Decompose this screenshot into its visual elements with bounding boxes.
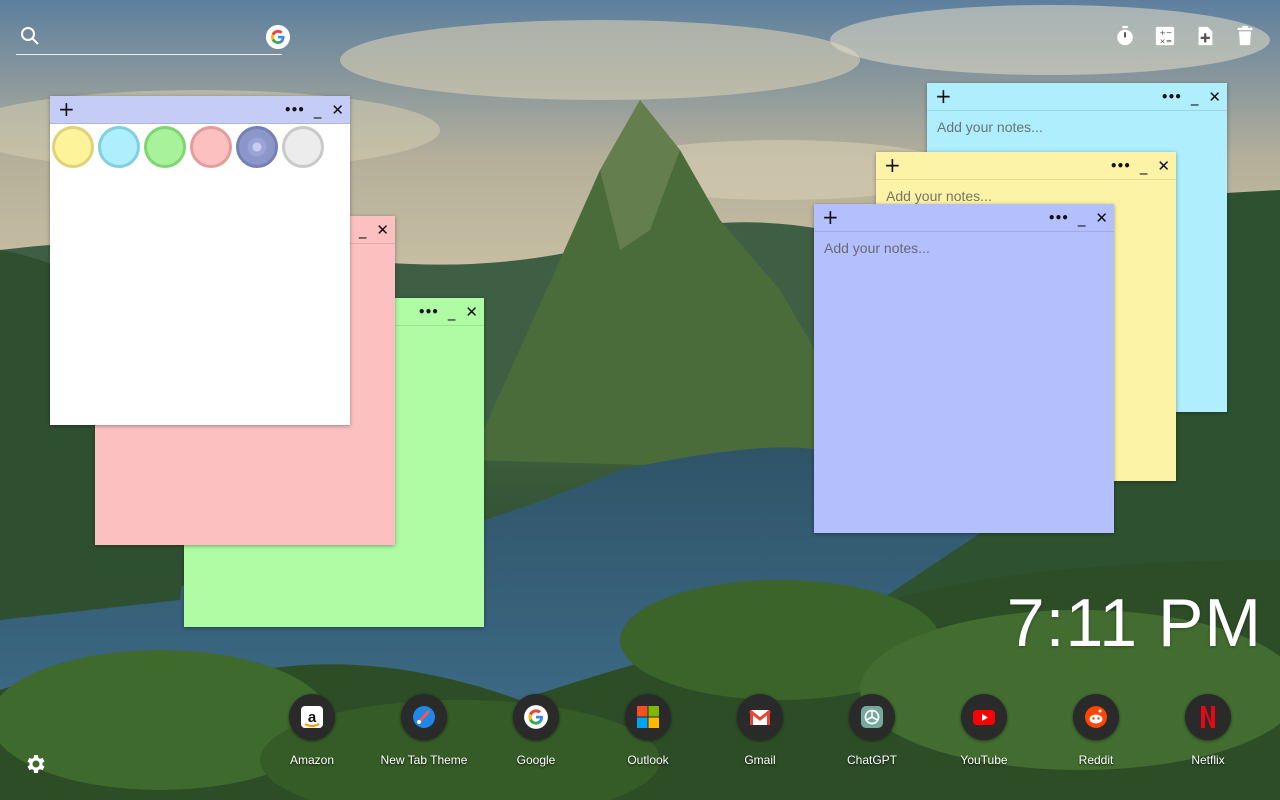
app-new-tab-theme[interactable]: New Tab Theme (374, 694, 474, 767)
note-textarea[interactable] (814, 232, 1114, 522)
new-note-icon (1198, 26, 1213, 46)
gear-icon[interactable] (24, 752, 48, 776)
reddit-icon (1073, 694, 1119, 740)
clock: 7:11 PM (1006, 585, 1262, 661)
search-icon[interactable] (20, 26, 40, 46)
app-label: Netflix (1191, 753, 1225, 767)
note-minimize-button[interactable]: _ (314, 100, 322, 120)
note-header[interactable]: + ••• _ ✕ (927, 83, 1227, 111)
app-google[interactable]: Google (486, 694, 586, 767)
microsoft-icon (625, 694, 671, 740)
app-label: New Tab Theme (380, 753, 468, 767)
note-close-button[interactable]: ✕ (331, 100, 344, 120)
note-minimize-button[interactable]: _ (1191, 87, 1199, 107)
sticky-note-purple[interactable]: + ••• _ ✕ (814, 204, 1114, 533)
color-picker (50, 124, 350, 170)
color-swatch-pink[interactable] (190, 126, 232, 168)
top-toolbar: + − × = (1114, 24, 1256, 48)
calculator-button[interactable]: + − × = (1154, 24, 1176, 48)
note-close-button[interactable]: ✕ (376, 220, 389, 240)
add-note-button[interactable]: + (884, 154, 901, 176)
app-label: Amazon (289, 753, 335, 767)
svg-text:=: = (1166, 36, 1172, 45)
note-menu-button[interactable]: ••• (284, 100, 305, 120)
note-header[interactable]: + ••• _ ✕ (876, 152, 1176, 180)
note-minimize-button[interactable]: _ (359, 220, 367, 240)
chatgpt-icon (849, 694, 895, 740)
search-bar[interactable] (16, 20, 290, 55)
youtube-icon (961, 694, 1007, 740)
google-icon[interactable] (266, 25, 290, 49)
app-label: Google (516, 753, 556, 767)
color-swatch-green[interactable] (144, 126, 186, 168)
new-note-button[interactable] (1194, 24, 1216, 48)
gmail-icon (737, 694, 783, 740)
note-menu-button[interactable]: ••• (1161, 87, 1182, 107)
note-minimize-button[interactable]: _ (448, 302, 456, 322)
app-gmail[interactable]: Gmail (710, 694, 810, 767)
add-note-button[interactable]: + (822, 206, 839, 228)
app-label: Outlook (627, 753, 669, 767)
note-close-button[interactable]: ✕ (1157, 156, 1170, 176)
search-input[interactable] (48, 24, 252, 50)
app-label: Reddit (1078, 753, 1114, 767)
google-icon (513, 694, 559, 740)
calculator-icon: + − × = (1155, 26, 1175, 45)
sticky-note-white[interactable]: + ••• _ ✕ (50, 96, 350, 425)
delete-all-button[interactable] (1234, 24, 1256, 48)
netflix-icon (1185, 694, 1231, 740)
app-outlook[interactable]: Outlook (598, 694, 698, 767)
note-minimize-button[interactable]: _ (1140, 156, 1148, 176)
color-swatch-purple-selected[interactable] (236, 126, 278, 168)
trash-icon (1237, 25, 1253, 46)
add-note-button[interactable]: + (58, 98, 75, 120)
note-menu-button[interactable]: ••• (1048, 208, 1069, 228)
app-dock: a Amazon New Tab Theme Google Outlook Gm… (270, 694, 1260, 774)
note-menu-button[interactable]: ••• (418, 302, 439, 322)
app-youtube[interactable]: YouTube (934, 694, 1034, 767)
svg-text:×: × (1160, 36, 1166, 45)
svg-text:a: a (308, 709, 317, 726)
note-header[interactable]: + ••• _ ✕ (50, 96, 350, 124)
color-swatch-yellow[interactable] (52, 126, 94, 168)
app-amazon[interactable]: a Amazon (262, 694, 362, 767)
app-chatgpt[interactable]: ChatGPT (822, 694, 922, 767)
app-label: Gmail (744, 753, 776, 767)
note-menu-button[interactable]: ••• (1110, 156, 1131, 176)
timer-button[interactable] (1114, 24, 1136, 48)
note-close-button[interactable]: ✕ (1095, 208, 1108, 228)
amazon-icon: a (289, 694, 335, 740)
note-close-button[interactable]: ✕ (465, 302, 478, 322)
note-header[interactable]: + ••• _ ✕ (814, 204, 1114, 232)
add-note-button[interactable]: + (935, 85, 952, 107)
new-tab-theme-icon (401, 694, 447, 740)
timer-icon (1117, 25, 1133, 46)
color-swatch-cyan[interactable] (98, 126, 140, 168)
note-minimize-button[interactable]: _ (1078, 208, 1086, 228)
app-netflix[interactable]: Netflix (1158, 694, 1258, 767)
app-reddit[interactable]: Reddit (1046, 694, 1146, 767)
note-close-button[interactable]: ✕ (1208, 87, 1221, 107)
color-swatch-white[interactable] (282, 126, 324, 168)
app-label: YouTube (960, 753, 1008, 767)
app-label: ChatGPT (846, 753, 897, 767)
